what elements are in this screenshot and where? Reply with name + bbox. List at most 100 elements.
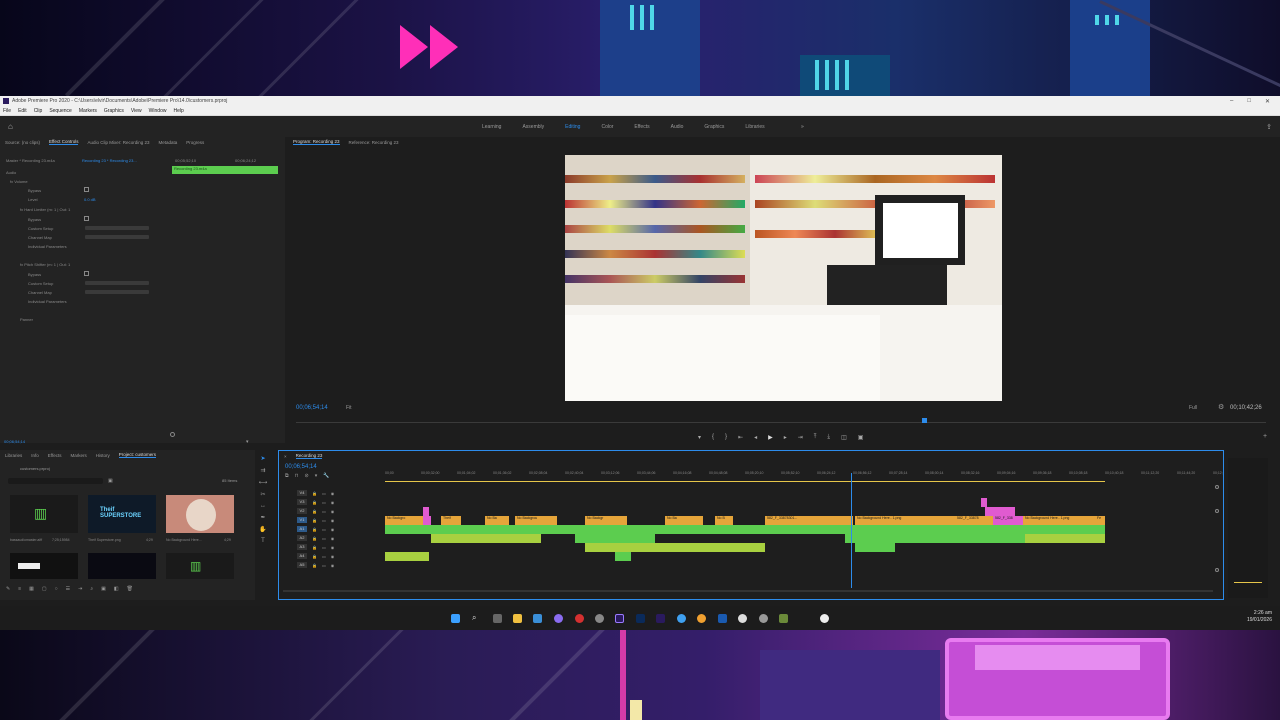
go-to-in-icon[interactable]: ⇤ [738, 434, 743, 441]
timeline-clip-segment[interactable] [615, 552, 631, 561]
effect-controls-timecode[interactable]: 00;06;54;14 [4, 439, 25, 444]
program-timecode[interactable]: 00;06;54;14 [296, 405, 328, 411]
track-toggle-icon[interactable]: ◉ [331, 491, 335, 496]
timeline-clip-segment[interactable] [423, 507, 429, 516]
timeline-clip-segment[interactable] [855, 543, 895, 552]
track-toggle-icon[interactable]: ▭ [322, 509, 326, 514]
timeline-clip[interactable]: No Background Here.. 1.png [1023, 516, 1095, 525]
track-header-a2[interactable]: A2 🔒 ▭ ◉ [297, 534, 383, 542]
track-toggle-icon[interactable]: ▭ [322, 491, 326, 496]
export-frame-icon[interactable]: ◫ [841, 434, 847, 441]
snap-icon[interactable]: ⊓ [295, 473, 299, 479]
maximize-button[interactable]: □ [1247, 98, 1251, 105]
thumbnail-5[interactable] [88, 553, 156, 579]
tab-reference[interactable]: Reference: Recording 23 [349, 140, 399, 145]
unity-icon[interactable] [738, 614, 747, 623]
discord-icon[interactable] [554, 614, 563, 623]
project-search-input[interactable] [8, 478, 103, 484]
track-toggle-icon[interactable]: 🔒 [312, 491, 317, 496]
video-preview[interactable] [565, 155, 1002, 401]
tab-history[interactable]: History [96, 453, 110, 458]
workspace-tab-graphics[interactable]: Graphics [704, 124, 724, 130]
playhead-handle-icon[interactable] [170, 432, 175, 437]
track-header-v4[interactable]: V4 🔒 ▭ ◉ [297, 489, 383, 497]
find-icon[interactable]: ⌕ [90, 586, 93, 592]
menu-sequence[interactable]: Sequence [49, 108, 72, 114]
zoom-slider-icon[interactable]: ○ [55, 586, 58, 592]
menu-edit[interactable]: Edit [18, 108, 27, 114]
workspace-tab-editing[interactable]: Editing [565, 124, 580, 130]
button-editor-icon[interactable]: + [1263, 433, 1267, 440]
timeline-clip[interactable]: No Ba [665, 516, 703, 525]
timeline-clip-segment[interactable] [575, 534, 655, 543]
automate-icon[interactable]: ⇥ [78, 586, 82, 592]
razor-tool-icon[interactable]: ✂ [260, 491, 265, 498]
timeline-clip[interactable]: 582_F_338 [993, 516, 1023, 525]
slip-tool-icon[interactable]: ↔ [260, 503, 266, 509]
tab-effect-controls[interactable]: Effect Controls [49, 139, 79, 145]
trash-icon[interactable]: 🗑 [127, 586, 133, 592]
pen-tool-icon[interactable]: ✒ [260, 514, 265, 521]
linked-selection-icon[interactable]: ⊘ [304, 473, 308, 479]
menu-clip[interactable]: Clip [34, 108, 43, 114]
tab-program[interactable]: Program: Recording 23 [293, 139, 340, 145]
lift-icon[interactable]: ⤒ [814, 434, 817, 441]
tray-app-icon[interactable] [820, 614, 829, 623]
list-view-icon[interactable]: ≡ [18, 586, 21, 592]
steam-icon[interactable] [718, 614, 727, 623]
timeline-clip[interactable]: No B [715, 516, 733, 525]
app-icon[interactable] [779, 614, 788, 623]
tab-project[interactable]: Project: customers [118, 452, 157, 458]
play-icon[interactable]: ▶ [768, 434, 773, 441]
track-select-tool-icon[interactable]: ⇉ [260, 467, 265, 474]
workspace-tab-color[interactable]: Color [601, 124, 613, 130]
vscode-icon[interactable] [533, 614, 542, 623]
timeline-playhead[interactable] [851, 473, 852, 588]
timeline-clip-segment[interactable] [981, 498, 987, 507]
track-toggle-icon[interactable]: ◉ [331, 518, 335, 523]
timeline-clip-segment[interactable] [423, 516, 431, 525]
timeline-clip-segment[interactable] [845, 534, 1025, 543]
track-header-a5[interactable]: A5 🔒 ▭ ◉ [297, 561, 383, 569]
new-item-icon[interactable]: ◧ [114, 586, 119, 592]
menu-graphics[interactable]: Graphics [104, 108, 124, 114]
timeline-clip-segment[interactable] [385, 552, 429, 561]
track-toggle-icon[interactable]: ◉ [331, 536, 335, 541]
master-clip-label[interactable]: Master * Recording 23.m4a [6, 158, 55, 163]
chrome-icon[interactable] [677, 614, 686, 623]
track-toggle-icon[interactable]: ◉ [331, 563, 335, 568]
timeline-tab[interactable]: Recording 23 [295, 453, 323, 459]
track-header-v3[interactable]: V3 🔒 ▭ ◉ [297, 498, 383, 506]
filter-icon[interactable]: ▾ [246, 439, 249, 445]
timeline-clip[interactable]: 582_F_33878 [955, 516, 993, 525]
minimize-button[interactable]: – [1230, 98, 1233, 105]
nest-icon[interactable]: ⧉ [285, 473, 289, 479]
track-toggle-icon[interactable]: ◉ [331, 500, 335, 505]
track-toggle-icon[interactable]: ▭ [322, 500, 326, 505]
tab-info[interactable]: Info [31, 453, 39, 458]
thumbnail-no-background[interactable] [166, 495, 234, 533]
timeline-clip-segment[interactable] [585, 543, 765, 552]
quality-dropdown[interactable]: Full [1189, 405, 1197, 411]
taskbar-clock[interactable]: 2:26 am 19/01/2026 [1247, 610, 1272, 624]
add-marker-icon-2[interactable]: ▾ [315, 473, 318, 479]
program-playhead-icon[interactable] [922, 418, 927, 423]
timeline-clip[interactable]: 582_F_33878301... [765, 516, 853, 525]
settings-icon[interactable] [759, 614, 768, 623]
task-view-icon[interactable] [493, 614, 502, 623]
timeline-timecode[interactable]: 00;06;54;14 [285, 464, 317, 470]
file-explorer-icon[interactable] [513, 614, 522, 623]
track-toggle-icon[interactable]: 🔒 [312, 536, 317, 541]
timeline-ruler[interactable]: 00;00 00;00;32;00 00;01;04;02 00;01;36;02 00… [385, 451, 1223, 477]
audio-clip-bar[interactable]: Recording 23.m4a [172, 166, 278, 174]
go-to-out-icon[interactable]: ⇥ [798, 434, 803, 441]
track-toggle-icon[interactable]: ▭ [322, 536, 326, 541]
track-toggle-icon[interactable]: 🔒 [312, 509, 317, 514]
track-toggle-icon[interactable]: ◉ [331, 545, 335, 550]
track-toggle-icon[interactable]: ◉ [331, 509, 335, 514]
level-value[interactable]: 0.0 dB [84, 197, 96, 202]
tab-audio-clip-mixer[interactable]: Audio Clip Mixer: Recording 23 [87, 140, 149, 145]
timeline-clip[interactable]: No Background Here.. 1.png [855, 516, 955, 525]
edit-button[interactable] [85, 226, 149, 230]
thumbnail-6[interactable]: ▥ [166, 553, 234, 579]
